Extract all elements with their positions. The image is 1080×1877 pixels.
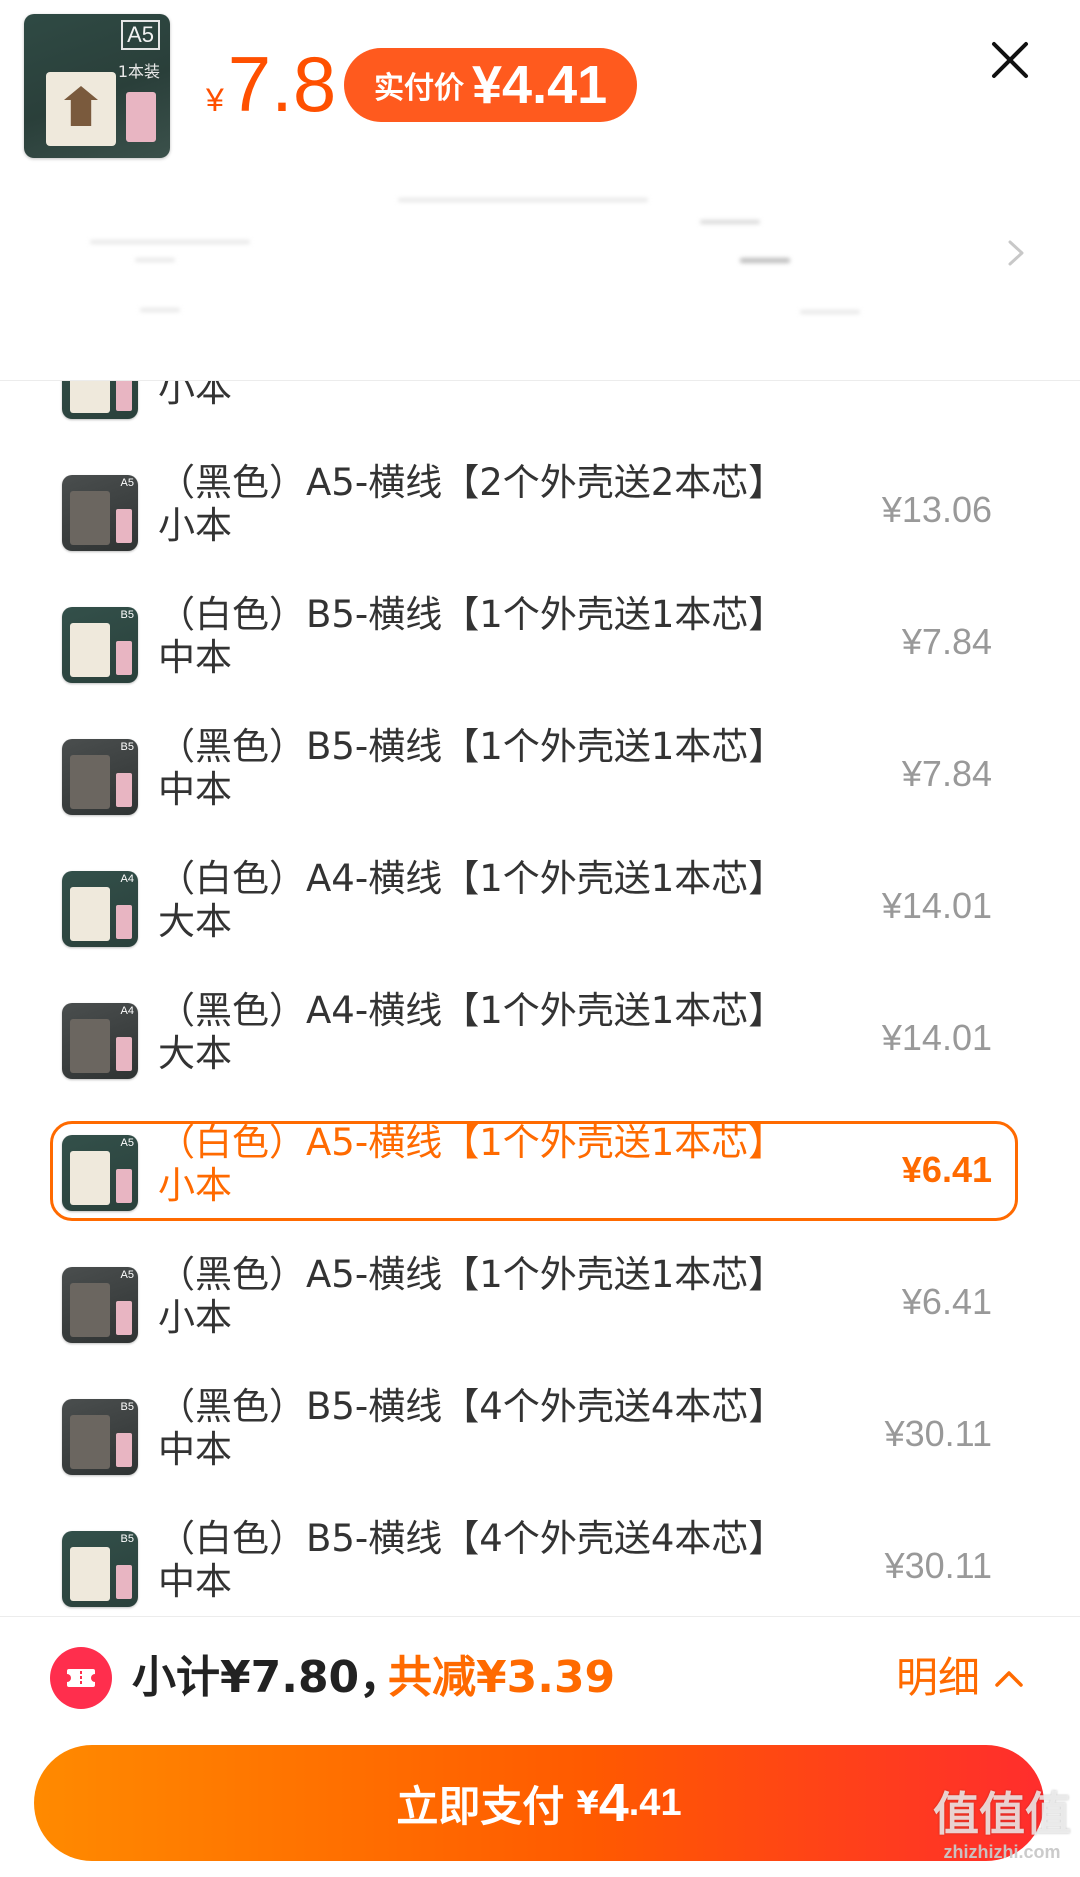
coupon-ticket-icon bbox=[50, 1647, 112, 1709]
checkout-footer: 小计¥7.80， 共减¥3.39 明细 立即支付 ¥ 4 .41 bbox=[0, 1616, 1080, 1877]
sku-title: （白色）B5-横线【4个外壳送4本芯】 bbox=[158, 1517, 786, 1560]
sku-thumbnail: A5 bbox=[62, 1267, 138, 1343]
pay-now-label: 立即支付 bbox=[396, 1781, 565, 1831]
sku-price: ¥14.01 bbox=[881, 1017, 992, 1058]
sku-list-scroll-area[interactable]: 小本 A5 （黑色）A5-横线【2个外壳送2本芯】 小本 ¥13.06 B5 （… bbox=[0, 380, 1080, 1617]
close-button[interactable] bbox=[988, 38, 1032, 82]
sku-option[interactable]: A5 （黑色）A5-横线【1个外壳送1本芯】 小本 ¥6.41 bbox=[0, 1235, 1080, 1367]
sku-title: （白色）A4-横线【1个外壳送1本芯】 bbox=[158, 857, 786, 900]
sku-option[interactable]: A4 （黑色）A4-横线【1个外壳送1本芯】 大本 ¥14.01 bbox=[0, 971, 1080, 1103]
pay-amount-decimal: .41 bbox=[628, 1781, 682, 1824]
real-pay-badge: 实付价 ¥4.41 bbox=[344, 48, 638, 122]
sku-size: 中本 bbox=[158, 1560, 232, 1603]
sku-thumbnail: B5 bbox=[62, 1399, 138, 1475]
sku-title: （黑色）A5-横线【2个外壳送2本芯】 bbox=[158, 461, 786, 504]
sku-thumbnail: A4 bbox=[62, 1003, 138, 1079]
sku-sheet-header: A5 1本装 ¥ 7.8 实付价 ¥4.41 bbox=[0, 0, 1080, 380]
sku-name: （白色）B5-横线【1个外壳送1本芯】 中本 bbox=[158, 593, 818, 679]
sku-option[interactable]: A5 （黑色）A5-横线【2个外壳送2本芯】 小本 ¥13.06 bbox=[0, 443, 1080, 575]
sku-size: 大本 bbox=[158, 1032, 232, 1075]
sku-name: （黑色）A5-横线【2个外壳送2本芯】 小本 bbox=[158, 461, 818, 547]
blurred-address-row[interactable] bbox=[0, 160, 1080, 380]
sku-name: （黑色）A4-横线【1个外壳送1本芯】 大本 bbox=[158, 989, 818, 1075]
sku-thumbnail: B5 bbox=[62, 739, 138, 815]
sku-size: 小本 bbox=[158, 1296, 232, 1339]
product-thumbnail[interactable]: A5 1本装 bbox=[24, 14, 170, 158]
sku-price: ¥6.41 bbox=[901, 1149, 992, 1190]
sku-name: 小本 bbox=[158, 380, 818, 410]
real-pay-label: 实付价 bbox=[374, 72, 464, 105]
sku-thumbnail: A5 bbox=[62, 475, 138, 551]
pagoda-illustration bbox=[46, 72, 116, 146]
sku-title: （黑色）B5-横线【4个外壳送4本芯】 bbox=[158, 1385, 786, 1428]
price-value: 7.8 bbox=[227, 40, 337, 128]
watermark-main: 值值值 bbox=[933, 1787, 1071, 1841]
sku-option[interactable]: A4 （白色）A4-横线【1个外壳送1本芯】 大本 ¥14.01 bbox=[0, 839, 1080, 971]
sku-thumbnail: A5 bbox=[62, 1135, 138, 1211]
pay-amount-integer: 4 bbox=[598, 1773, 629, 1833]
sku-size: 中本 bbox=[158, 768, 232, 811]
current-price: ¥ 7.8 bbox=[206, 42, 336, 126]
sku-name: （白色）B5-横线【4个外壳送4本芯】 中本 bbox=[158, 1517, 818, 1603]
product-size-tag: A5 bbox=[121, 20, 160, 50]
sku-list: 小本 A5 （黑色）A5-横线【2个外壳送2本芯】 小本 ¥13.06 B5 （… bbox=[0, 380, 1080, 1617]
sku-thumbnail bbox=[62, 381, 138, 419]
watermark-sub: zhizhizhi.com bbox=[943, 1842, 1061, 1862]
sku-size: 小本 bbox=[158, 504, 232, 547]
sku-option[interactable]: B5 （黑色）B5-横线【4个外壳送4本芯】 中本 ¥30.11 bbox=[0, 1367, 1080, 1499]
sku-price: ¥30.11 bbox=[884, 1545, 992, 1586]
close-icon bbox=[992, 42, 1028, 78]
sku-option-partial[interactable]: 小本 bbox=[0, 380, 1080, 443]
sku-name: （黑色）B5-横线【4个外壳送4本芯】 中本 bbox=[158, 1385, 818, 1471]
discount-text: 共减¥3.39 bbox=[388, 1652, 616, 1703]
sku-title: （黑色）A4-横线【1个外壳送1本芯】 bbox=[158, 989, 786, 1032]
sku-price: ¥14.01 bbox=[881, 885, 992, 926]
sku-thumbnail: B5 bbox=[62, 607, 138, 683]
sku-size: 大本 bbox=[158, 900, 232, 943]
sku-option-selected[interactable]: A5 （白色）A5-横线【1个外壳送1本芯】 小本 ¥6.41 bbox=[0, 1103, 1080, 1235]
chevron-right-icon[interactable] bbox=[1004, 238, 1028, 268]
detail-label: 明细 bbox=[896, 1653, 981, 1702]
pink-notebook-illustration bbox=[126, 92, 156, 142]
sku-name: （白色）A4-横线【1个外壳送1本芯】 大本 bbox=[158, 857, 818, 943]
sku-option[interactable]: B5 （黑色）B5-横线【1个外壳送1本芯】 中本 ¥7.84 bbox=[0, 707, 1080, 839]
pay-yen-symbol: ¥ bbox=[576, 1784, 599, 1822]
sku-size: 小本 bbox=[158, 380, 232, 410]
sku-size: 中本 bbox=[158, 1428, 232, 1471]
sku-thumbnail: B5 bbox=[62, 1531, 138, 1607]
subtotal-text: 小计¥7.80， bbox=[132, 1652, 404, 1703]
sku-thumbnail: A4 bbox=[62, 871, 138, 947]
sku-title: （白色）A5-横线【1个外壳送1本芯】 bbox=[158, 1121, 786, 1164]
sku-price: ¥6.41 bbox=[901, 1281, 992, 1322]
sku-size: 小本 bbox=[158, 1164, 232, 1207]
product-pack-label: 1本装 bbox=[117, 62, 160, 81]
sku-price: ¥30.11 bbox=[884, 1413, 992, 1454]
sku-option[interactable]: B5 （白色）B5-横线【4个外壳送4本芯】 中本 ¥30.11 bbox=[0, 1499, 1080, 1617]
sku-price: ¥13.06 bbox=[881, 489, 992, 530]
sku-title: （黑色）B5-横线【1个外壳送1本芯】 bbox=[158, 725, 786, 768]
chevron-up-icon bbox=[995, 1671, 1023, 1687]
sku-title: （白色）B5-横线【1个外壳送1本芯】 bbox=[158, 593, 786, 636]
yen-symbol: ¥ bbox=[206, 82, 224, 118]
sku-price: ¥7.84 bbox=[901, 621, 992, 662]
sku-size: 中本 bbox=[158, 636, 232, 679]
sku-name: （白色）A5-横线【1个外壳送1本芯】 小本 bbox=[158, 1121, 818, 1207]
sku-name: （黑色）B5-横线【1个外壳送1本芯】 中本 bbox=[158, 725, 818, 811]
sku-price: ¥7.84 bbox=[901, 753, 992, 794]
pay-now-button[interactable]: 立即支付 ¥ 4 .41 bbox=[34, 1745, 1044, 1861]
detail-toggle-button[interactable]: 明细 bbox=[896, 1649, 1024, 1707]
sku-name: （黑色）A5-横线【1个外壳送1本芯】 小本 bbox=[158, 1253, 818, 1339]
sku-title: （黑色）A5-横线【1个外壳送1本芯】 bbox=[158, 1253, 786, 1296]
site-watermark: 值值值 zhizhizhi.com bbox=[928, 1786, 1076, 1876]
real-pay-value: ¥4.41 bbox=[472, 55, 608, 115]
sku-option[interactable]: B5 （白色）B5-横线【1个外壳送1本芯】 中本 ¥7.84 bbox=[0, 575, 1080, 707]
